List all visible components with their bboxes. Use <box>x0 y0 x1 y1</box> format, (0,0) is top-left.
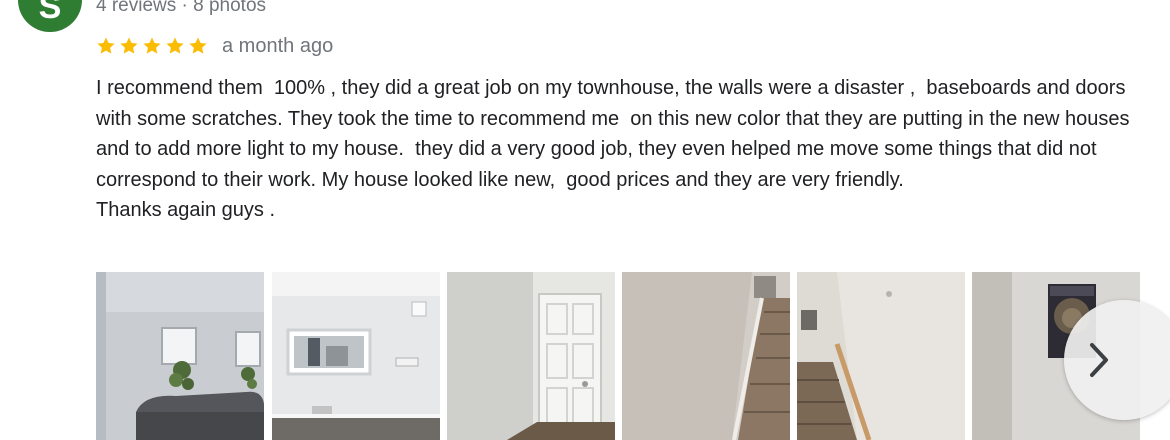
white-door-photo <box>447 272 615 440</box>
staircase-wall-photo <box>622 272 790 440</box>
star-icon <box>166 37 184 54</box>
avatar-initial: S <box>38 0 62 26</box>
review-photo[interactable] <box>447 272 615 440</box>
star-icon <box>97 37 115 54</box>
star-icon <box>143 37 161 54</box>
review-photo[interactable] <box>797 272 965 440</box>
review-photo[interactable] <box>272 272 440 440</box>
star-icon <box>189 37 207 54</box>
review-photo[interactable] <box>622 272 790 440</box>
review-closing: Thanks again guys . <box>96 199 275 221</box>
reviewer-avatar[interactable]: S <box>18 0 82 32</box>
living-room-photo <box>96 272 264 440</box>
reviewer-meta[interactable]: 4 reviews · 8 photos <box>96 0 266 17</box>
star-rating <box>96 36 208 56</box>
stair-handrail-photo <box>797 272 965 440</box>
review-time: a month ago <box>222 34 334 57</box>
review-text: I recommend them 100% , they did a great… <box>96 77 1136 191</box>
rating-row: a month ago <box>96 33 333 59</box>
review-body: I recommend them 100% , they did a great… <box>96 73 1136 226</box>
review-photo[interactable] <box>96 272 264 440</box>
kitchen-mirror-photo <box>272 272 440 440</box>
chevron-right-icon <box>1090 343 1108 377</box>
star-icon <box>120 37 138 54</box>
photo-strip <box>96 272 1170 440</box>
